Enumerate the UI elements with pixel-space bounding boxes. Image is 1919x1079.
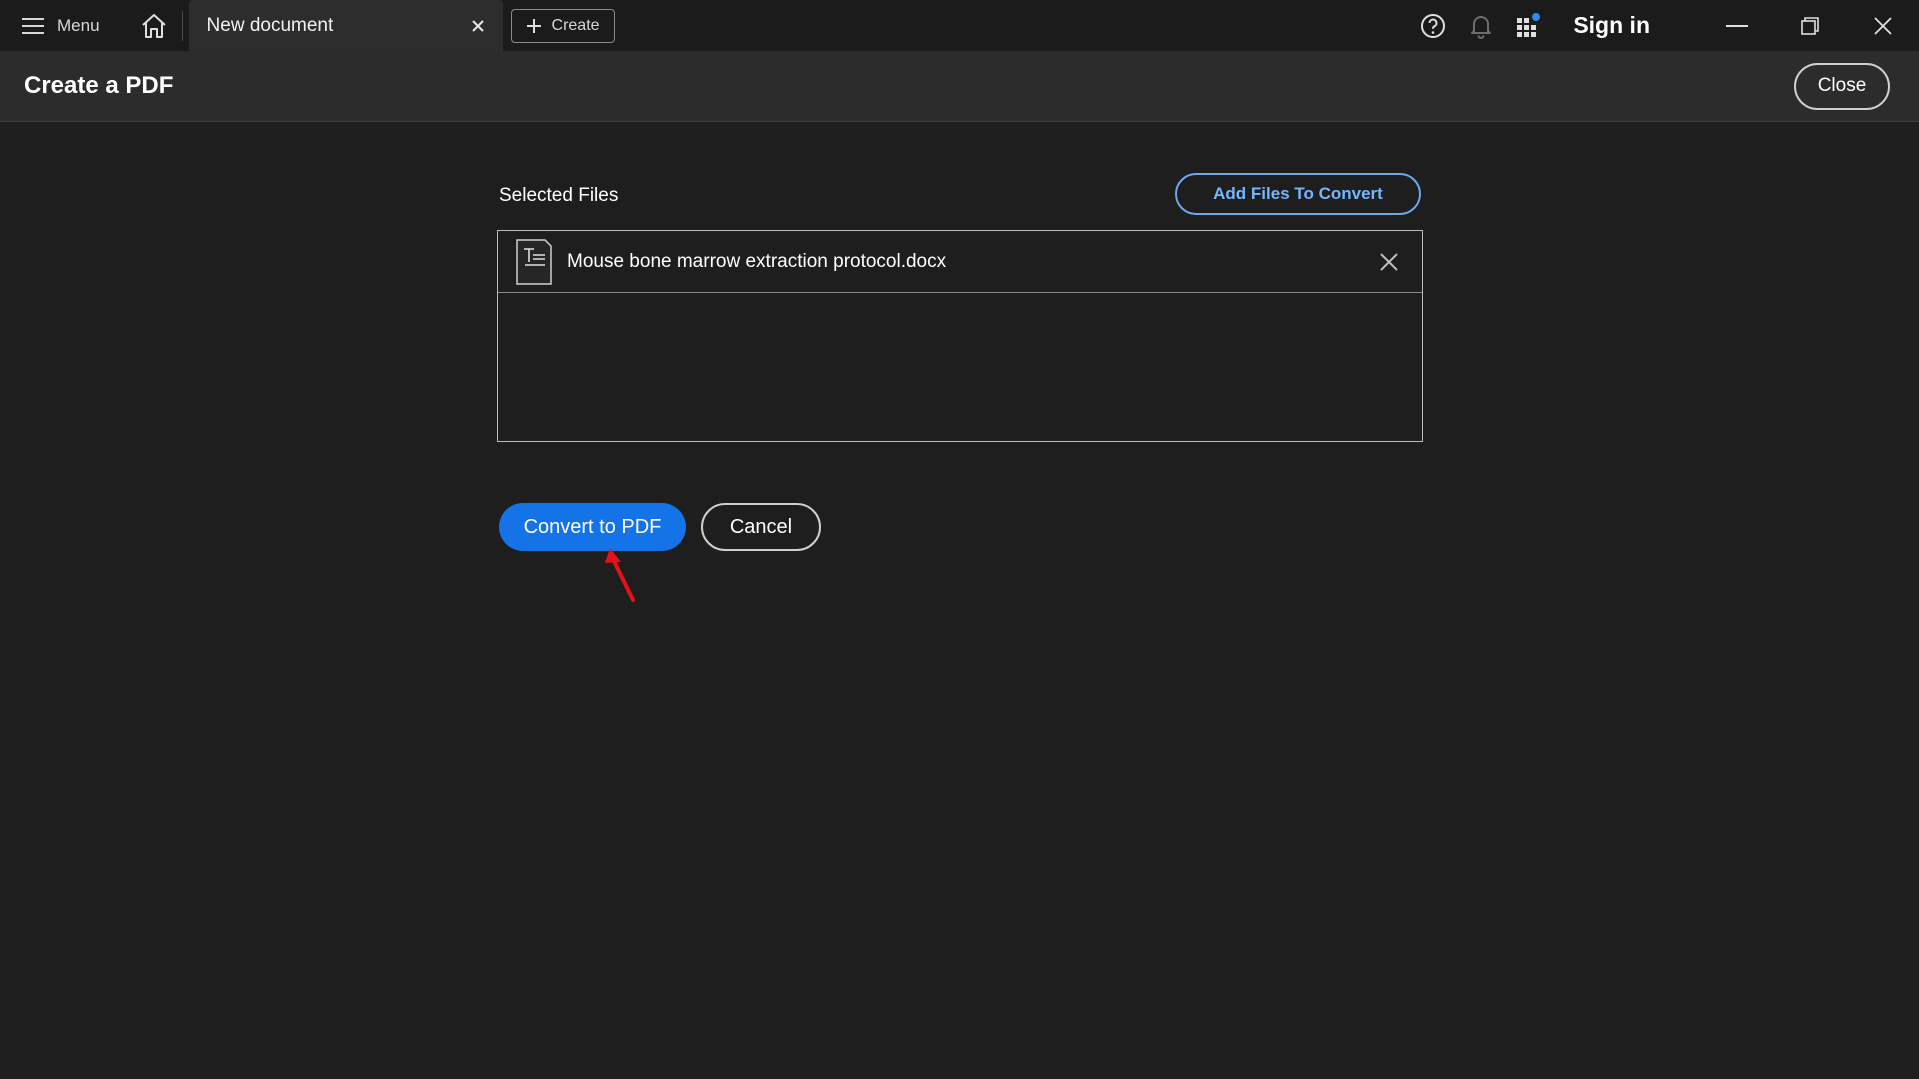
home-button[interactable]: [132, 0, 176, 51]
title-bar: Menu New document Create Sign in: [0, 0, 1919, 51]
tool-header: Create a PDF Close: [0, 51, 1919, 122]
titlebar-actions: Sign in: [1409, 0, 1919, 51]
create-button[interactable]: Create: [510, 8, 615, 43]
window-restore-button[interactable]: [1773, 0, 1846, 51]
home-icon: [141, 13, 166, 38]
sign-in-link[interactable]: Sign in: [1573, 12, 1650, 39]
tab-close-button[interactable]: [467, 15, 489, 37]
plus-icon: [526, 18, 541, 33]
file-list: Mouse bone marrow extraction protocol.do…: [497, 230, 1423, 442]
close-icon: [471, 19, 484, 32]
bell-icon: [1471, 15, 1492, 39]
cancel-button[interactable]: Cancel: [701, 503, 821, 551]
window-close-button[interactable]: [1846, 0, 1919, 51]
remove-file-button[interactable]: [1376, 249, 1402, 275]
close-icon: [1873, 16, 1892, 35]
divider: [181, 10, 183, 41]
help-button[interactable]: [1409, 0, 1457, 51]
close-tool-button[interactable]: Close: [1794, 62, 1890, 110]
close-icon: [1380, 252, 1398, 271]
help-icon: [1421, 13, 1446, 38]
add-files-button[interactable]: Add Files To Convert: [1175, 173, 1421, 215]
apps-grid-icon: [1517, 12, 1541, 37]
tab-new-document[interactable]: New document: [188, 0, 503, 51]
restore-icon: [1800, 16, 1819, 35]
menu-label: Menu: [57, 15, 100, 35]
annotation-arrow-icon: [605, 548, 635, 602]
notifications-button[interactable]: [1457, 0, 1505, 51]
list-item[interactable]: Mouse bone marrow extraction protocol.do…: [498, 231, 1422, 293]
minimize-icon: [1725, 24, 1748, 27]
file-name: Mouse bone marrow extraction protocol.do…: [567, 250, 947, 272]
apps-button[interactable]: [1505, 0, 1553, 51]
page-title: Create a PDF: [24, 72, 174, 99]
document-text-icon: [516, 238, 552, 285]
menu-button[interactable]: Menu: [0, 0, 124, 51]
hamburger-icon: [22, 17, 44, 34]
tab-label: New document: [206, 14, 334, 36]
selected-files-heading: Selected Files: [499, 185, 619, 206]
create-label: Create: [551, 16, 600, 34]
convert-to-pdf-button[interactable]: Convert to PDF: [499, 503, 686, 551]
window-minimize-button[interactable]: [1700, 0, 1773, 51]
